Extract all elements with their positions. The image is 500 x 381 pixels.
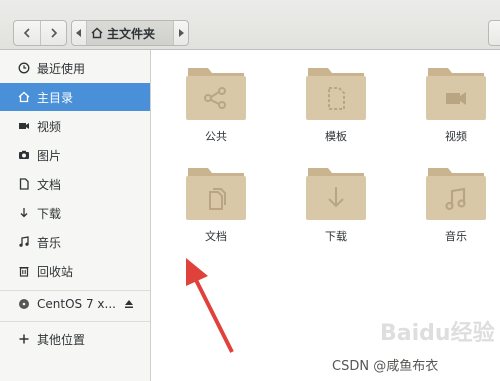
sidebar-item-label: 图片 bbox=[37, 148, 62, 163]
trash-icon bbox=[18, 265, 30, 277]
sidebar-item-device[interactable]: CentOS 7 x... bbox=[0, 290, 150, 318]
sidebar-item-label: 音乐 bbox=[37, 235, 62, 250]
red-arrow-annotation bbox=[186, 258, 234, 353]
folder-label: 下载 bbox=[325, 230, 347, 243]
path-bar: 主文件夹 bbox=[71, 20, 189, 46]
back-button[interactable] bbox=[14, 21, 40, 45]
triangle-right-icon bbox=[179, 29, 184, 37]
sidebar-item-videos[interactable]: 视频 bbox=[0, 112, 150, 140]
folder-label: 模板 bbox=[325, 130, 347, 143]
sidebar-item-trash[interactable]: 回收站 bbox=[0, 257, 150, 285]
home-icon bbox=[91, 27, 103, 39]
sidebar-item-label: CentOS 7 x... bbox=[37, 297, 116, 311]
history-nav bbox=[13, 20, 67, 46]
baidu-watermark: Baidu经验 bbox=[380, 321, 495, 346]
sidebar-item-label: 主目录 bbox=[37, 90, 74, 105]
document-icon bbox=[18, 178, 30, 190]
folder-music[interactable]: 音乐 bbox=[416, 164, 496, 254]
folder-icon bbox=[426, 68, 486, 120]
path-crumb-home[interactable]: 主文件夹 bbox=[86, 21, 174, 45]
sidebar-item-recent[interactable]: 最近使用 bbox=[0, 54, 150, 82]
eject-icon[interactable] bbox=[124, 299, 134, 309]
sidebar-item-home[interactable]: 主目录 bbox=[0, 83, 150, 111]
folder-downloads[interactable]: 下载 bbox=[296, 164, 376, 254]
folder-videos[interactable]: 视频 bbox=[416, 64, 496, 154]
sidebar-item-label: 文档 bbox=[37, 177, 62, 192]
sidebar-item-downloads[interactable]: 下载 bbox=[0, 199, 150, 227]
clock-icon bbox=[18, 62, 30, 74]
folder-label: 音乐 bbox=[445, 230, 467, 243]
sidebar-item-label: 视频 bbox=[37, 119, 62, 134]
csdn-watermark: CSDN @咸鱼布衣 bbox=[332, 359, 439, 374]
sidebar-item-documents[interactable]: 文档 bbox=[0, 170, 150, 198]
folder-templates[interactable]: 模板 bbox=[296, 64, 376, 154]
chevron-left-icon bbox=[23, 28, 30, 38]
folder-documents[interactable]: 文档 bbox=[176, 164, 256, 254]
download-icon bbox=[18, 207, 30, 219]
sidebar-item-label: 下载 bbox=[37, 206, 62, 221]
music-icon bbox=[18, 236, 30, 248]
sidebar-item-label: 回收站 bbox=[37, 264, 74, 279]
chevron-right-icon bbox=[50, 28, 57, 38]
sidebar-item-label: 最近使用 bbox=[37, 61, 86, 76]
header-bar: 主文件夹 bbox=[0, 0, 500, 50]
camera-icon bbox=[18, 149, 30, 161]
folder-label: 文档 bbox=[205, 230, 227, 243]
sidebar-item-other-locations[interactable]: 其他位置 bbox=[0, 325, 150, 353]
folder-icon bbox=[186, 168, 246, 220]
triangle-left-icon bbox=[76, 29, 81, 37]
folder-public[interactable]: 公共 bbox=[176, 64, 256, 154]
path-scroll-left[interactable] bbox=[72, 21, 86, 45]
sidebar-separator bbox=[0, 321, 150, 322]
disc-icon bbox=[18, 298, 30, 310]
sidebar-item-pictures[interactable]: 图片 bbox=[0, 141, 150, 169]
folder-icon bbox=[426, 168, 486, 220]
sidebar: 最近使用 主目录 视频 图片 文档 下载 音乐 回收站 CentOS 7 x..… bbox=[0, 50, 151, 381]
video-icon bbox=[18, 120, 30, 132]
folder-icon bbox=[186, 68, 246, 120]
path-crumb-label: 主文件夹 bbox=[107, 26, 156, 41]
plus-icon bbox=[18, 333, 30, 345]
header-menu-button[interactable] bbox=[488, 20, 500, 46]
folder-label: 视频 bbox=[445, 130, 467, 143]
folder-icon bbox=[306, 168, 366, 220]
sidebar-item-label: 其他位置 bbox=[37, 332, 86, 347]
folder-label: 公共 bbox=[205, 130, 227, 143]
folder-icon bbox=[306, 68, 366, 120]
path-scroll-right[interactable] bbox=[174, 21, 188, 45]
sidebar-item-music[interactable]: 音乐 bbox=[0, 228, 150, 256]
forward-button[interactable] bbox=[40, 21, 66, 45]
home-icon bbox=[18, 91, 30, 103]
